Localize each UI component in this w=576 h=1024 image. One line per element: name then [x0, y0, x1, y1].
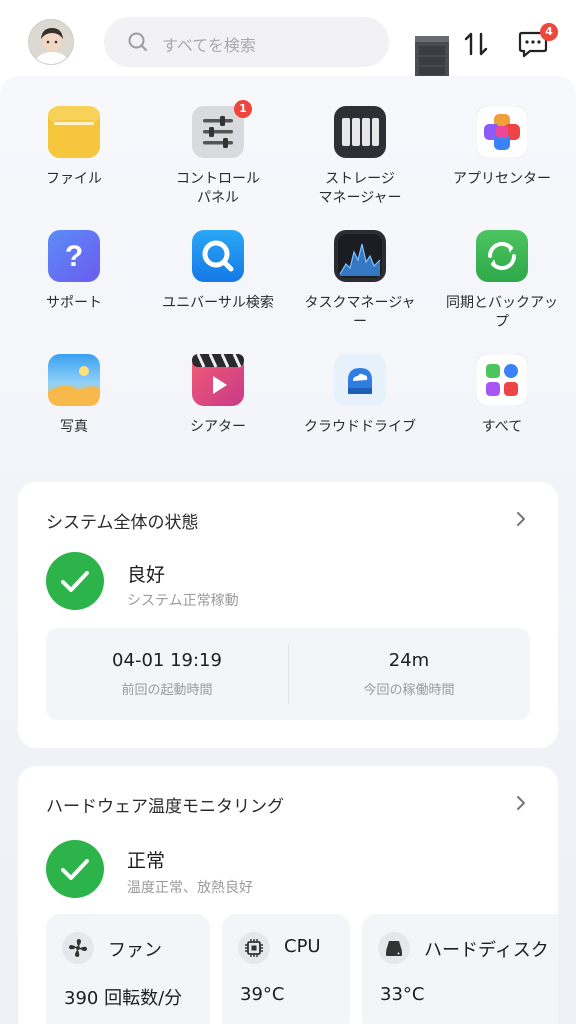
app-cloud-drive[interactable]: クラウドドライブ: [288, 354, 432, 437]
app-control-panel[interactable]: 1 コントロール パネル: [146, 100, 290, 208]
tile-value: 39°C: [240, 984, 285, 1005]
app-label: 同期とバックアッ プ: [446, 295, 558, 330]
app-storage-manager[interactable]: ストレージ マネージャー: [288, 106, 432, 208]
cpu-tile[interactable]: CPU 39°C: [222, 914, 350, 1024]
app-files[interactable]: ファイル: [2, 106, 146, 189]
app-label: クラウドドライブ: [304, 419, 416, 435]
app-label: すべて: [481, 419, 523, 435]
app-label: ファイル: [46, 171, 102, 187]
main-area: ファイル 1 コントロール パネル ストレージ マネージャー アプリセンター ?…: [0, 76, 576, 1024]
all-apps-icon: [475, 353, 529, 407]
status-description: 温度正常、放熱良好: [127, 880, 253, 896]
sync-icon: [476, 230, 528, 282]
storage-icon: [334, 106, 386, 158]
tile-name: CPU: [284, 936, 321, 957]
app-label: コントロール パネル: [176, 171, 260, 206]
app-badge: 1: [234, 100, 252, 118]
app-label: アプリセンター: [453, 171, 551, 187]
universal-search-icon: [192, 230, 244, 282]
avatar[interactable]: [28, 19, 74, 65]
app-support[interactable]: ? サポート: [2, 230, 146, 313]
status-description: システム正常稼動: [127, 593, 239, 609]
uptime-stat: 24m 今回の稼働時間: [288, 628, 530, 720]
status-text: 良好: [127, 564, 166, 586]
top-bar: すべてを検索 4: [0, 0, 576, 88]
check-circle-icon: [46, 552, 104, 610]
app-photos[interactable]: 写真: [2, 354, 146, 437]
photo-icon: [48, 354, 100, 406]
search-icon: [128, 32, 147, 51]
app-label: 写真: [60, 419, 88, 435]
sliders-icon: 1: [192, 100, 252, 158]
app-label: ユニバーサル検索: [162, 295, 274, 311]
app-center[interactable]: アプリセンター: [430, 105, 574, 189]
question-icon: ?: [48, 230, 100, 282]
app-theater[interactable]: シアター: [146, 353, 290, 437]
uptime-value: 24m: [388, 650, 430, 671]
disk-tile[interactable]: ハードディスク 33°C: [362, 914, 558, 1024]
task-manager-icon: [334, 230, 386, 282]
tile-name: ファン: [108, 940, 162, 961]
status-text: 正常: [127, 850, 166, 872]
uptime-stats: 04-01 19:19 前回の起動時間 24m 今回の稼働時間: [46, 628, 530, 720]
app-task-manager[interactable]: タスクマネージャ ー: [288, 230, 432, 332]
tile-value: 390 回転数/分: [64, 988, 183, 1009]
app-all[interactable]: すべて: [430, 353, 574, 437]
app-label: タスクマネージャ ー: [304, 295, 416, 330]
check-circle-icon: [46, 840, 104, 898]
last-boot-stat: 04-01 19:19 前回の起動時間: [46, 628, 288, 720]
app-label: ストレージ マネージャー: [318, 171, 402, 206]
app-universal-search[interactable]: ユニバーサル検索: [146, 230, 290, 313]
app-center-icon: [475, 105, 529, 159]
search-input[interactable]: すべてを検索: [104, 17, 389, 67]
card-title: ハードウェア温度モニタリング: [46, 797, 284, 817]
last-boot-value: 04-01 19:19: [112, 650, 222, 671]
transfer-icon[interactable]: [462, 30, 490, 58]
app-label: サポート: [46, 295, 102, 311]
disk-icon: [378, 932, 410, 964]
last-boot-label: 前回の起動時間: [121, 683, 213, 698]
card-title: システム全体の状態: [46, 513, 199, 533]
theater-icon: [192, 353, 244, 406]
chevron-right-icon[interactable]: [514, 510, 528, 528]
cpu-icon: [238, 932, 270, 964]
chevron-right-icon[interactable]: [514, 794, 528, 812]
folder-icon: [48, 106, 100, 158]
cloud-drive-icon: [334, 354, 386, 406]
message-count-badge: 4: [540, 23, 558, 41]
hardware-temperature-card[interactable]: ハードウェア温度モニタリング 正常 温度正常、放熱良好 ファン 390 回転数/…: [18, 766, 558, 1024]
app-label: シアター: [190, 419, 246, 435]
search-placeholder: すべてを検索: [162, 36, 256, 55]
fan-tile[interactable]: ファン 390 回転数/分: [46, 914, 210, 1024]
system-status-card[interactable]: システム全体の状態 良好 システム正常稼動 04-01 19:19 前回の起動時…: [18, 482, 558, 748]
fan-icon: [62, 932, 94, 964]
avatar-icon: [29, 20, 73, 64]
tile-value: 33°C: [380, 984, 425, 1005]
tile-name: ハードディスク: [424, 940, 549, 961]
uptime-label: 今回の稼働時間: [363, 683, 455, 698]
app-sync-backup[interactable]: 同期とバックアッ プ: [430, 230, 574, 332]
svg-text:?: ?: [65, 240, 83, 273]
